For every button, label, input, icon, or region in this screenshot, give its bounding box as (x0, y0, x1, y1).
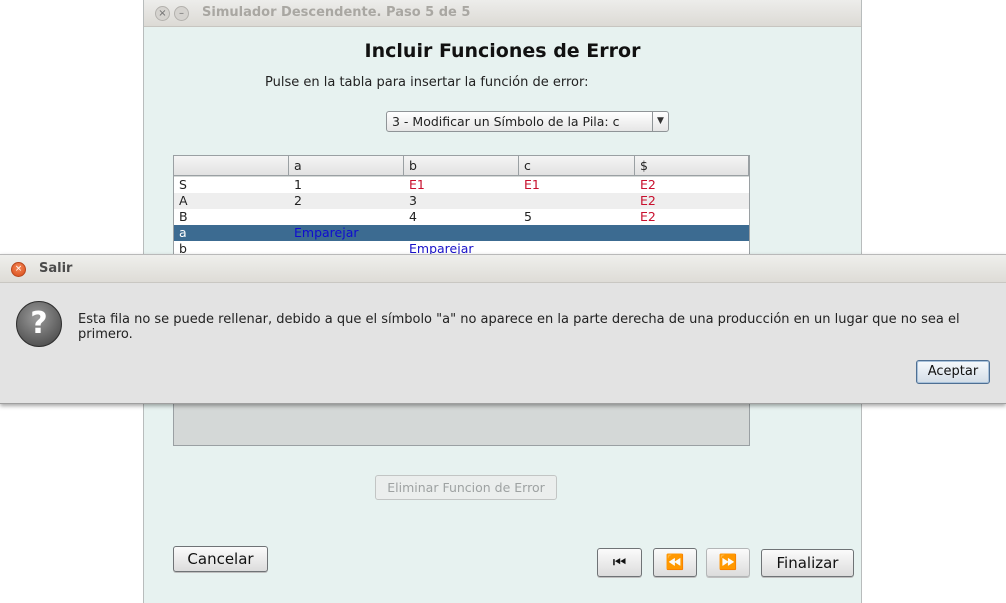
column-header: $ (635, 156, 749, 175)
question-icon: ? (16, 301, 62, 347)
table-cell[interactable] (404, 225, 519, 241)
table-cell[interactable]: 1 (289, 177, 404, 193)
table-cell[interactable]: Emparejar (289, 225, 404, 241)
table-cell[interactable]: a (174, 225, 289, 241)
finish-button[interactable]: Finalizar (761, 549, 854, 577)
table-cell[interactable] (635, 225, 749, 241)
error-function-select-value: 3 - Modificar un Símbolo de la Pila: c (392, 114, 620, 129)
table-cell[interactable] (519, 193, 635, 209)
exit-dialog: × Salir ? Esta fila no se puede rellenar… (0, 254, 1006, 404)
dialog-title: Salir (39, 261, 73, 276)
delete-error-function-button[interactable]: Eliminar Funcion de Error (375, 475, 557, 500)
table-cell[interactable]: E1 (519, 177, 635, 193)
dialog-message: Esta fila no se puede rellenar, debido a… (78, 312, 960, 342)
column-header: c (519, 156, 635, 175)
instruction-text: Pulse en la tabla para insertar la funci… (265, 75, 589, 90)
table-cell[interactable]: 5 (519, 209, 635, 225)
cancel-button[interactable]: Cancelar (173, 546, 268, 572)
previous-step-button[interactable]: ⏪ (653, 548, 697, 577)
table-cell[interactable]: E2 (635, 177, 749, 193)
window-titlebar: × – Simulador Descendente. Paso 5 de 5 (144, 0, 861, 27)
table-cell[interactable]: 2 (289, 193, 404, 209)
table-row-selected[interactable]: a Emparejar (174, 225, 749, 241)
window-minimize-button[interactable]: – (174, 6, 189, 21)
table-cell[interactable]: S (174, 177, 289, 193)
next-step-button[interactable]: ⏩ (706, 548, 750, 577)
skip-back-icon: ⏮ (612, 553, 627, 571)
column-header: b (404, 156, 519, 175)
window-title: Simulador Descendente. Paso 5 de 5 (202, 5, 471, 20)
table-cell[interactable] (519, 225, 635, 241)
table-cell[interactable]: A (174, 193, 289, 209)
table-cell[interactable]: E1 (404, 177, 519, 193)
page-title: Incluir Funciones de Error (364, 40, 641, 62)
first-step-button[interactable]: ⏮ (597, 548, 642, 577)
column-header: a (289, 156, 404, 175)
rewind-icon: ⏪ (665, 553, 685, 571)
table-cell[interactable]: 3 (404, 193, 519, 209)
table-header: a b c $ (174, 156, 749, 176)
dialog-close-button[interactable]: × (11, 262, 26, 277)
table-cell[interactable] (289, 209, 404, 225)
dialog-titlebar: × Salir (0, 255, 1006, 283)
table-row[interactable]: A 2 3 E2 (174, 193, 749, 209)
error-function-select[interactable]: 3 - Modificar un Símbolo de la Pila: c ▼ (386, 111, 669, 132)
chevron-down-icon[interactable]: ▼ (652, 112, 668, 131)
table-cell[interactable]: E2 (635, 193, 749, 209)
fast-forward-icon: ⏩ (718, 553, 738, 571)
accept-button[interactable]: Aceptar (916, 360, 990, 384)
table-row[interactable]: S 1 E1 E1 E2 (174, 177, 749, 193)
column-header (174, 156, 289, 175)
table-cell[interactable]: B (174, 209, 289, 225)
window-close-button[interactable]: × (155, 6, 170, 21)
table-cell[interactable]: 4 (404, 209, 519, 225)
table-row[interactable]: B 4 5 E2 (174, 209, 749, 225)
table-cell[interactable]: E2 (635, 209, 749, 225)
